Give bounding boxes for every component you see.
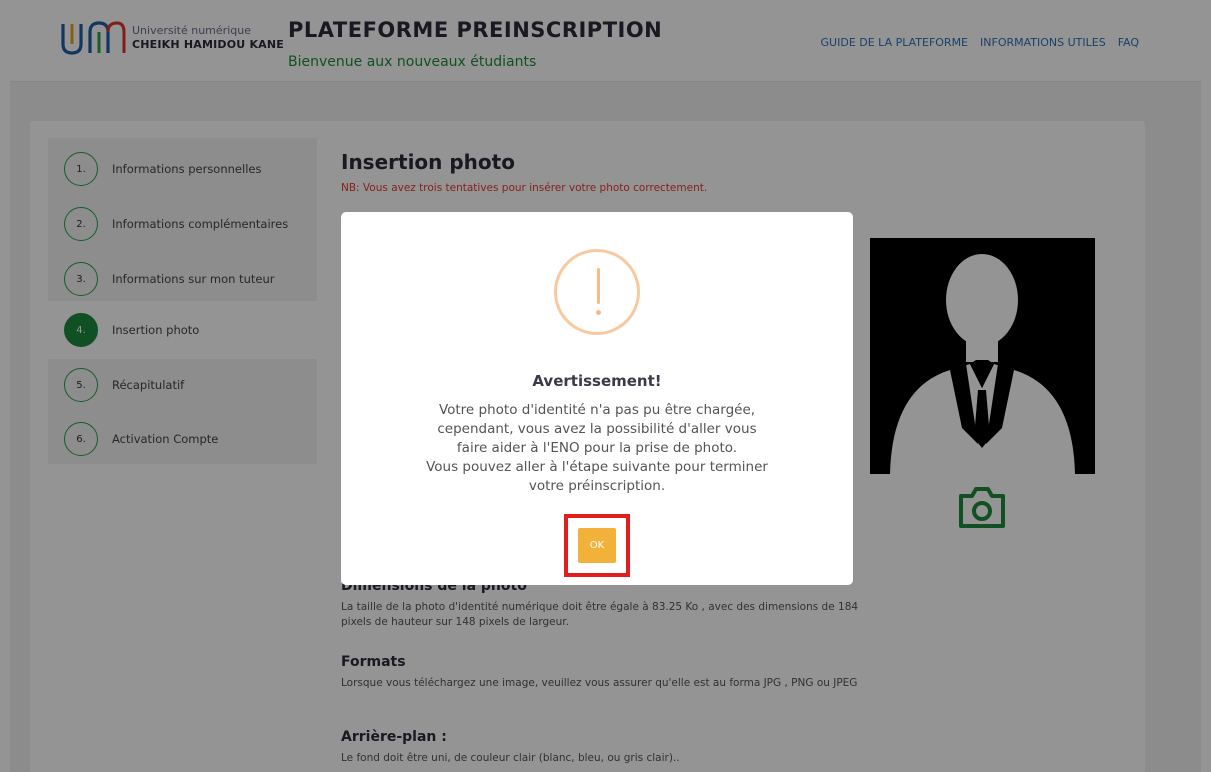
- dialog-message-line: votre préinscription.: [528, 478, 666, 494]
- dialog-message-line: cependant, vous avez la possibilité d'al…: [437, 421, 757, 437]
- dialog-message-line: faire aider à l'ENO pour la prise de pho…: [456, 440, 738, 456]
- dialog-message-line: Vous pouvez aller à l'étape suivante pou…: [426, 459, 768, 475]
- ok-button-highlight: OK: [564, 514, 630, 577]
- warning-icon: [554, 249, 640, 335]
- dialog-message: Votre photo d'identité n'a pas pu être c…: [381, 401, 813, 496]
- dialog-message-line: Votre photo d'identité n'a pas pu être c…: [438, 402, 756, 418]
- dialog-title: Avertissement!: [532, 372, 662, 390]
- warning-dialog: Avertissement! Votre photo d'identité n'…: [341, 212, 853, 585]
- ok-button[interactable]: OK: [578, 528, 616, 563]
